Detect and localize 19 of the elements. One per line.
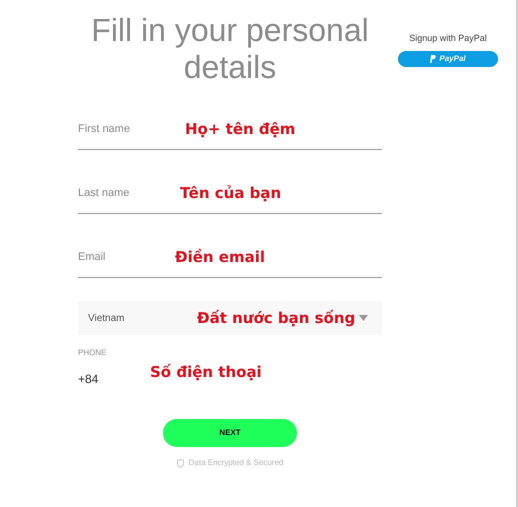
- phone-field[interactable]: +84: [78, 372, 98, 386]
- annotation-text: Số điện thoại: [150, 363, 262, 381]
- input-field[interactable]: Last name Tên của bạn: [78, 150, 382, 214]
- input-field[interactable]: First name Họ+ tên đệm: [78, 86, 382, 150]
- annotation-text: Tên của bạn: [180, 184, 282, 202]
- field-label: PHONE: [78, 348, 108, 358]
- annotation-text: Đất nước bạn sống: [197, 309, 356, 327]
- page-title: Fill in your personal details: [90, 12, 370, 86]
- shield-icon: [176, 458, 184, 468]
- paypal-icon: [430, 55, 436, 63]
- input-field[interactable]: Email Điền email: [78, 214, 382, 278]
- caret-icon: [359, 315, 368, 321]
- country-select[interactable]: Vietnam Đất nước bạn sống: [78, 301, 382, 335]
- annotation-text: Họ+ tên đệm: [185, 120, 296, 138]
- paypal-button[interactable]: PayPal: [398, 51, 498, 67]
- paypal-caption: Signup with PayPal: [409, 33, 487, 44]
- security-note: Data Encrypted & Secured: [188, 457, 284, 469]
- next-button[interactable]: NEXT: [163, 419, 297, 447]
- annotation-text: Điền email: [175, 248, 265, 266]
